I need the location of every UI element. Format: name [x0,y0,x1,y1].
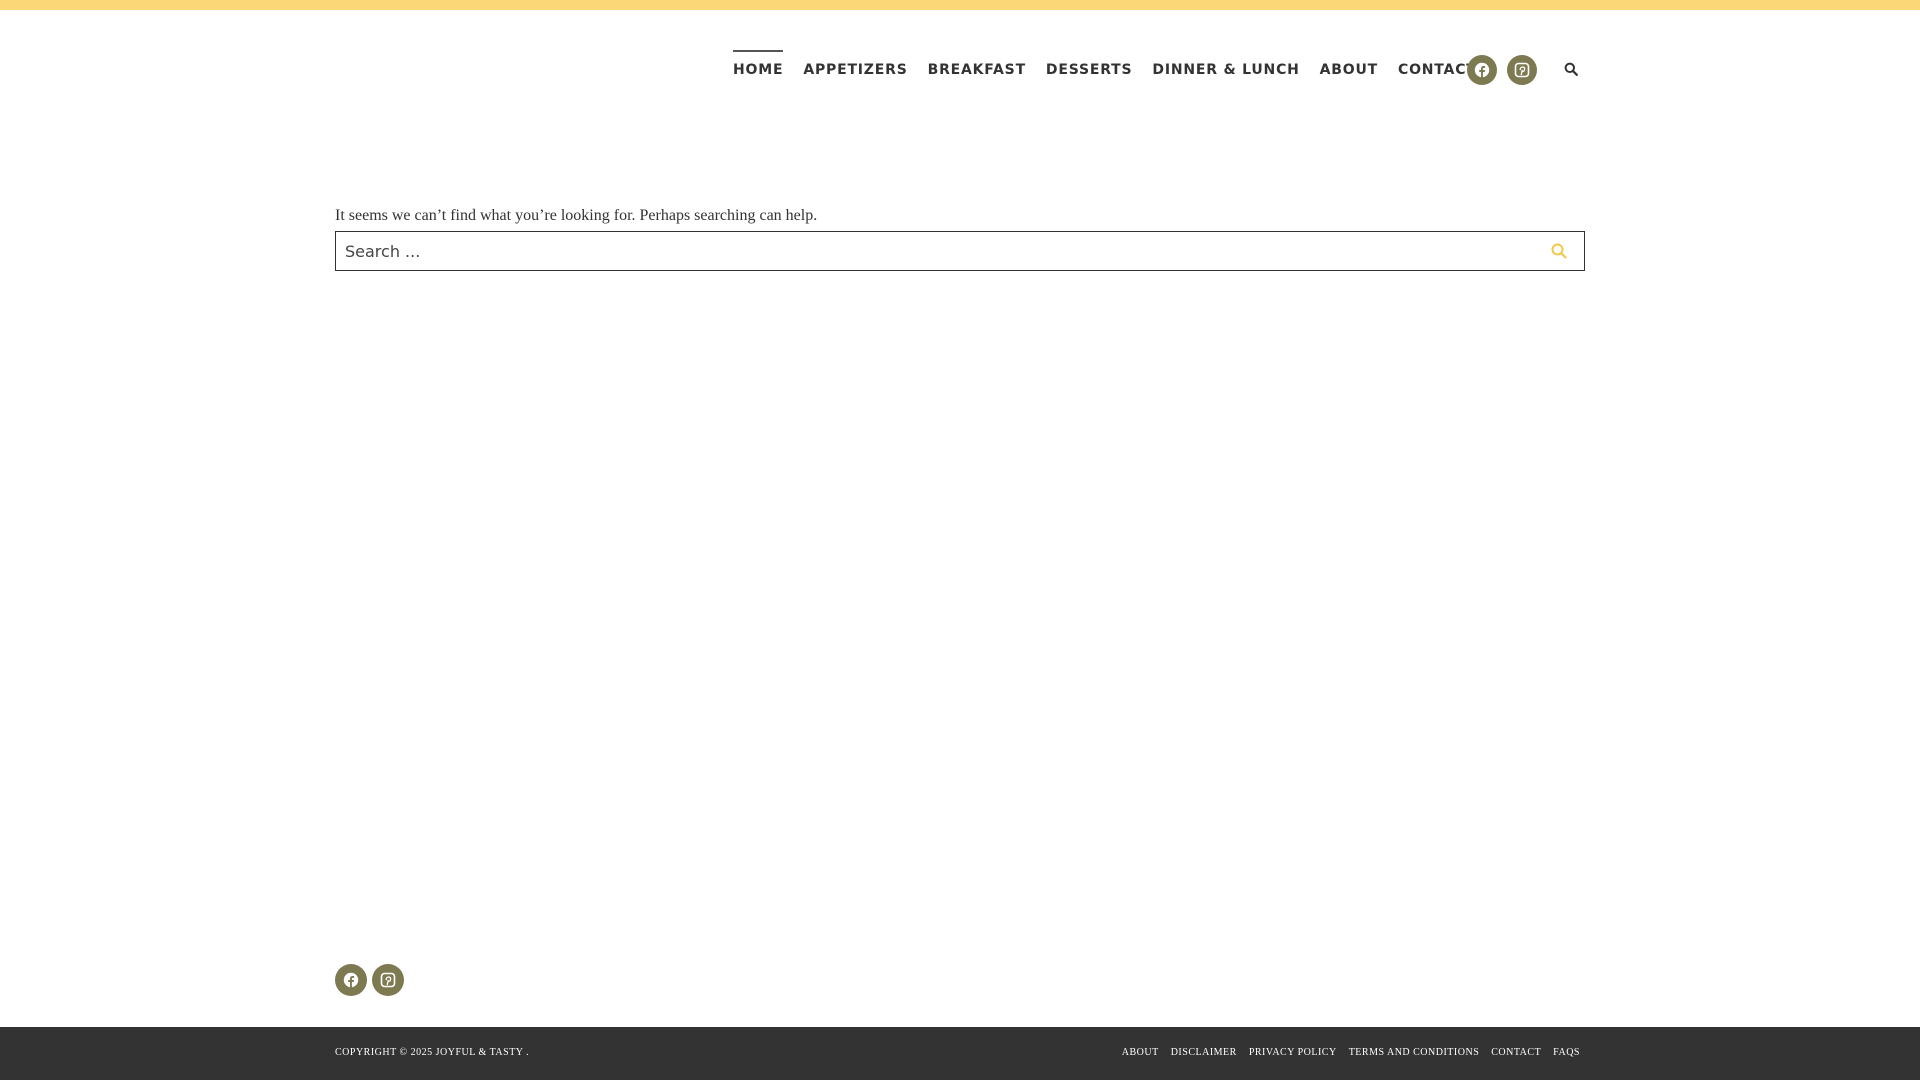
pinterest-icon[interactable] [1507,55,1537,85]
footer-link-privacy-policy[interactable]: PRIVACY POLICY [1249,1047,1337,1058]
footer-link-faqs[interactable]: FAQS [1553,1047,1580,1058]
search-form [335,231,1585,271]
footer-navigation: ABOUT DISCLAIMER PRIVACY POLICY TERMS AN… [1110,1047,1580,1058]
nav-item-contact[interactable]: CONTACT [1398,50,1477,90]
search-icon[interactable] [1561,59,1581,79]
search-submit-icon[interactable] [1550,242,1568,260]
nav-item-dinner-lunch[interactable]: DINNER & LUNCH [1152,50,1299,90]
footer-link-about[interactable]: ABOUT [1122,1047,1159,1058]
header-social-links [1467,55,1537,85]
footer-social-links [335,964,404,996]
footer-link-disclaimer[interactable]: DISCLAIMER [1171,1047,1237,1058]
footer-link-terms-and-conditions[interactable]: TERMS AND CONDITIONS [1349,1047,1480,1058]
primary-navigation: HOME APPETIZERS BREAKFAST DESSERTS DINNE… [733,50,1497,90]
site-footer: COPYRIGHT © 2025 JOYFUL & TASTY . ABOUT … [0,1027,1920,1080]
nav-item-about[interactable]: ABOUT [1320,50,1378,90]
pinterest-icon[interactable] [372,964,404,996]
copyright-text: COPYRIGHT © 2025 JOYFUL & TASTY . [335,1047,530,1058]
facebook-icon[interactable] [1467,55,1497,85]
nav-item-breakfast[interactable]: BREAKFAST [928,50,1026,90]
facebook-icon[interactable] [335,964,367,996]
search-input[interactable] [336,232,1534,270]
footer-link-contact[interactable]: CONTACT [1491,1047,1541,1058]
nav-item-appetizers[interactable]: APPETIZERS [803,50,907,90]
top-accent-bar [0,0,1920,10]
not-found-message: It seems we can’t find what you’re looki… [335,207,818,224]
nav-item-desserts[interactable]: DESSERTS [1046,50,1132,90]
nav-item-home[interactable]: HOME [733,50,784,90]
